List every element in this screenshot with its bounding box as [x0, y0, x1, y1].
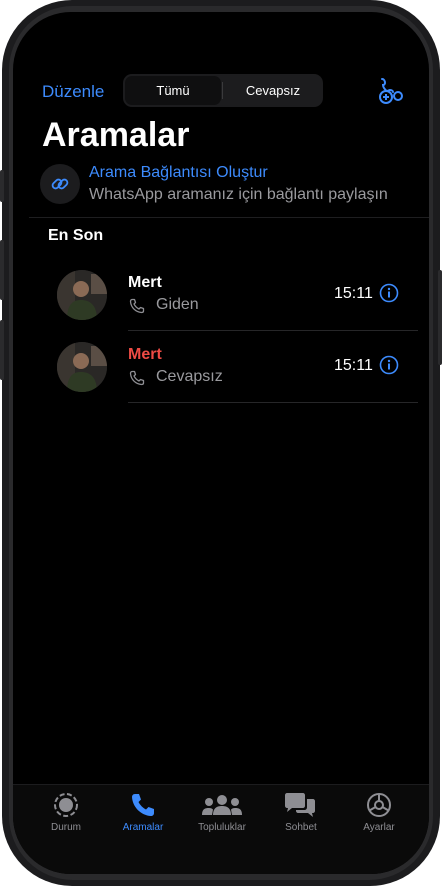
tab-status[interactable]: Durum — [26, 785, 106, 845]
row-divider — [128, 402, 418, 403]
action-button — [0, 170, 4, 202]
segment-missed[interactable]: Cevapsız — [223, 74, 323, 107]
info-icon[interactable] — [379, 355, 399, 375]
tab-label: Topluluklar — [198, 822, 246, 833]
volume-up-button — [0, 240, 4, 300]
tab-calls[interactable]: Aramalar — [103, 785, 183, 845]
edit-button[interactable]: Düzenle — [42, 82, 104, 102]
phone-icon — [129, 298, 145, 314]
call-time: 15:11 — [334, 285, 373, 302]
divider — [29, 217, 429, 218]
tab-label: Ayarlar — [363, 822, 395, 833]
tab-communities[interactable]: Topluluklar — [182, 785, 262, 845]
tab-label: Aramalar — [122, 822, 164, 833]
segment-all[interactable]: Tümü — [123, 74, 223, 107]
tab-label: Sohbet — [285, 822, 317, 833]
link-icon — [51, 178, 69, 190]
section-title: En Son — [48, 227, 104, 244]
segmented-control: Tümü Cevapsız — [123, 74, 323, 107]
call-row[interactable]: Mert Cevapsız 15:11 — [13, 331, 429, 403]
info-icon[interactable] — [379, 283, 399, 303]
tab-label: Durum — [50, 822, 81, 833]
tab-bar: Durum Aramalar Topluluklar Sohbet Ayarla… — [13, 784, 429, 874]
call-type: Cevapsız — [156, 368, 223, 385]
caller-name: Mert — [128, 346, 162, 363]
call-type: Giden — [156, 296, 199, 313]
call-link-subtitle: WhatsApp aramanız için bağlantı paylaşın — [89, 186, 388, 203]
communities-icon — [202, 795, 242, 815]
screen: Düzenle Tümü Cevapsız Aramalar Arama Bağ… — [13, 12, 429, 874]
caller-name: Mert — [128, 274, 162, 291]
chats-icon — [285, 793, 315, 817]
new-call-icon — [379, 78, 403, 104]
status-icon — [54, 793, 78, 817]
call-link-button[interactable] — [40, 164, 80, 204]
gear-icon — [367, 793, 391, 817]
avatar — [57, 342, 107, 392]
new-call-button[interactable] — [375, 76, 405, 106]
page-title: Aramalar — [42, 116, 190, 154]
phone-icon — [129, 370, 145, 386]
call-row[interactable]: Mert Giden 15:11 — [13, 259, 429, 331]
call-link-title[interactable]: Arama Bağlantısı Oluştur — [89, 164, 268, 182]
tab-chats[interactable]: Sohbet — [261, 785, 341, 845]
power-button — [438, 270, 442, 365]
volume-down-button — [0, 320, 4, 380]
avatar — [57, 270, 107, 320]
call-time: 15:11 — [334, 357, 373, 374]
phone-icon — [132, 794, 154, 816]
tab-settings[interactable]: Ayarlar — [339, 785, 419, 845]
